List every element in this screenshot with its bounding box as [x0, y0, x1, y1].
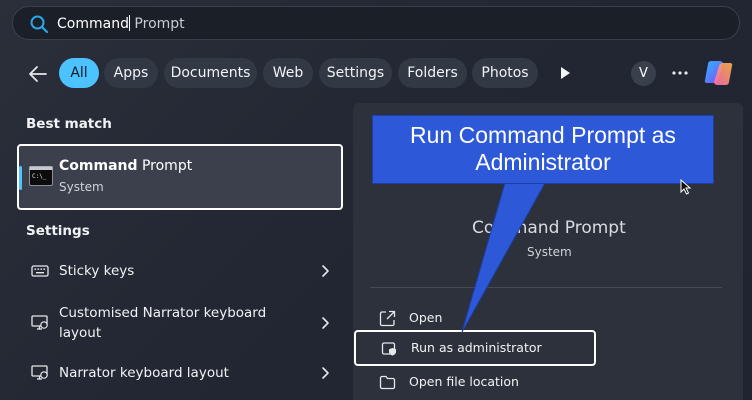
selection-accent-bar: [19, 166, 22, 190]
narrator-monitor-icon: [31, 365, 48, 380]
settings-item-sticky-keys[interactable]: Sticky keys: [24, 258, 342, 284]
best-match-title: Command Prompt: [59, 158, 192, 174]
filter-chip-photos[interactable]: Photos: [472, 58, 538, 88]
detail-subtitle: System: [527, 245, 572, 259]
best-match-title-bold: Command: [59, 158, 138, 174]
search-icon: [30, 15, 49, 34]
more-options-icon[interactable]: [671, 64, 689, 82]
filter-chip-web[interactable]: Web: [263, 58, 313, 88]
filter-chip-settings[interactable]: Settings: [319, 58, 392, 88]
best-match-subtitle: System: [59, 180, 104, 194]
copilot-icon[interactable]: [702, 56, 736, 90]
svg-text:C:\_: C:\_: [32, 173, 47, 180]
more-filters-play-icon[interactable]: [558, 66, 572, 80]
filter-chip-documents[interactable]: Documents: [164, 58, 257, 88]
callout-line-1: Run Command Prompt as: [410, 122, 676, 148]
chevron-right-icon: [322, 317, 329, 329]
settings-heading: Settings: [26, 223, 90, 239]
detail-divider: [370, 287, 722, 288]
action-run-as-administrator[interactable]: Run as administrator: [354, 330, 596, 366]
best-match-result-command-prompt[interactable]: C:\_ Command Prompt System: [17, 144, 343, 210]
callout-annotation: Run Command Prompt as Administrator: [372, 115, 714, 184]
shield-admin-icon: [381, 342, 396, 356]
chevron-right-icon: [322, 265, 329, 277]
open-external-icon: [379, 310, 396, 327]
filter-chip-apps[interactable]: Apps: [104, 58, 158, 88]
action-label: Open: [409, 310, 443, 325]
settings-item-label: Customised Narrator keyboard: [59, 305, 267, 321]
account-avatar[interactable]: V: [631, 61, 656, 86]
action-label: Open file location: [409, 374, 519, 389]
filter-chip-folders[interactable]: Folders: [398, 58, 467, 88]
settings-item-customised-narrator-keyboard-layout[interactable]: Customised Narrator keyboard layout: [24, 302, 342, 346]
detail-title: Command Prompt: [472, 218, 626, 238]
narrator-monitor-icon: [31, 315, 48, 330]
folder-icon: [379, 375, 396, 390]
action-open-file-location[interactable]: Open file location: [354, 364, 596, 400]
keyboard-icon: [31, 265, 49, 277]
filter-chip-all[interactable]: All: [59, 58, 99, 88]
chevron-right-icon: [322, 367, 329, 379]
search-input[interactable]: Command Prompt: [57, 15, 185, 33]
callout-line-2: Administrator: [475, 149, 611, 175]
settings-item-label: Narrator keyboard layout: [59, 365, 229, 381]
settings-item-label-line2: layout: [59, 325, 102, 341]
search-autocomplete-hint: Prompt: [129, 16, 185, 32]
cmd-terminal-icon: C:\_: [29, 166, 53, 186]
search-typed-text: Command: [57, 16, 129, 32]
action-label: Run as administrator: [411, 340, 542, 355]
back-arrow-icon[interactable]: [26, 62, 50, 86]
best-match-heading: Best match: [26, 116, 112, 132]
search-bar[interactable]: Command Prompt: [12, 6, 740, 40]
mouse-cursor-icon: [680, 179, 692, 195]
settings-item-narrator-keyboard-layout[interactable]: Narrator keyboard layout: [24, 360, 342, 386]
settings-item-label: Sticky keys: [59, 263, 135, 279]
best-match-title-rest: Prompt: [137, 158, 193, 174]
